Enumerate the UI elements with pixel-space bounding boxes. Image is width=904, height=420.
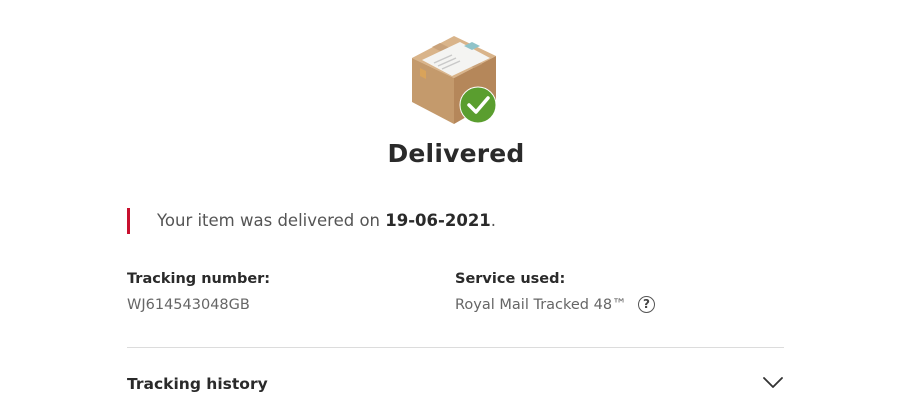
- notice-accent-bar: [127, 208, 130, 234]
- question-circle-icon[interactable]: ?: [638, 296, 655, 313]
- service-used-label: Service used:: [455, 271, 566, 287]
- divider: [127, 347, 784, 348]
- package-delivered-icon: [412, 36, 497, 124]
- notice-prefix: Your item was delivered on: [157, 211, 386, 230]
- tracking-number-label: Tracking number:: [127, 271, 271, 287]
- tracking-history-toggle[interactable]: Tracking history: [127, 375, 268, 393]
- tracking-number-value: WJ614543048GB: [127, 297, 250, 313]
- delivery-date: 19-06-2021: [385, 211, 491, 230]
- notice-text: Your item was delivered on 19-06-2021.: [157, 211, 496, 230]
- notice-suffix: .: [490, 211, 497, 230]
- status-title: Delivered: [387, 139, 525, 168]
- chevron-down-icon[interactable]: [762, 376, 784, 390]
- service-used-value: Royal Mail Tracked 48™: [455, 297, 627, 313]
